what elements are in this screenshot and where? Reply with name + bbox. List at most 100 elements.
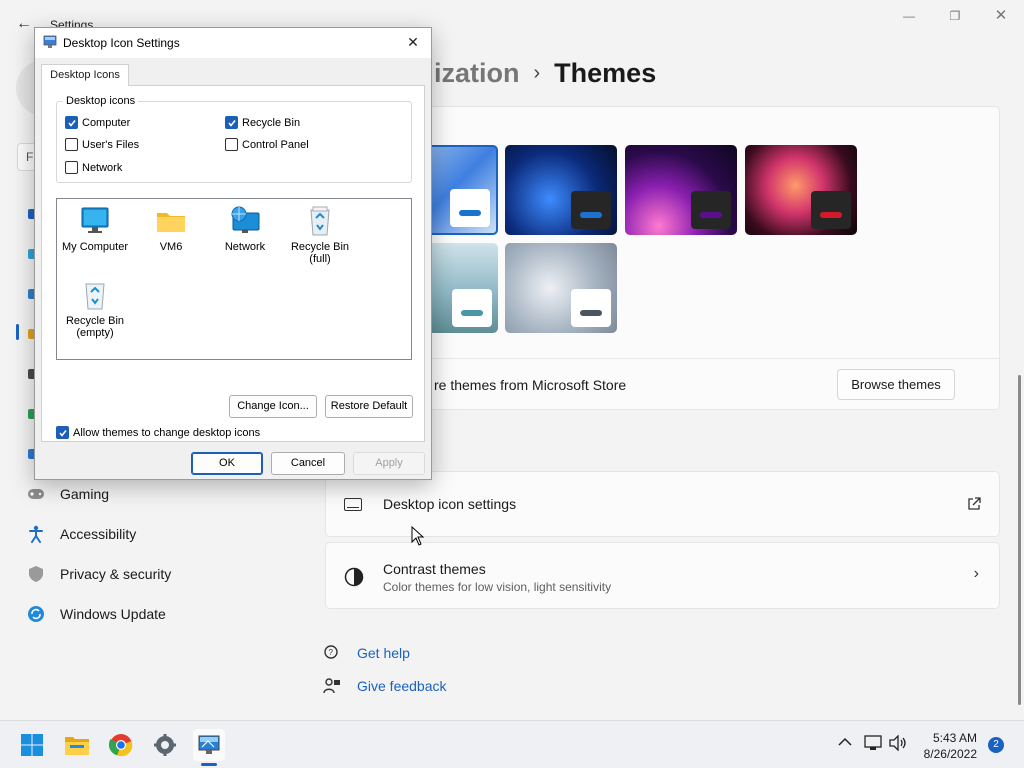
active-app-indicator [201, 763, 217, 766]
icon-item-network[interactable]: Network [209, 205, 281, 253]
clock[interactable]: 5:43 AM 8/26/2022 [924, 730, 977, 762]
chrome-icon[interactable] [105, 729, 137, 761]
dialog-title: Desktop Icon Settings [63, 36, 180, 50]
sidebar-item-accessibility[interactable]: Accessibility [26, 520, 136, 548]
accent-bar [461, 310, 483, 316]
desktop-icon-settings-dialog: Desktop Icon Settings ✕ Desktop Icons De… [34, 27, 432, 480]
feedback-icon [323, 677, 341, 700]
dialog-titlebar[interactable]: Desktop Icon Settings ✕ [35, 28, 431, 58]
contrast-themes-row[interactable]: Contrast themes Color themes for low vis… [325, 542, 1000, 609]
breadcrumb: ization › Themes [434, 58, 656, 89]
sidebar-item-privacy[interactable]: Privacy & security [26, 560, 171, 588]
breadcrumb-parent[interactable]: ization [434, 58, 520, 89]
theme-tile-flow[interactable] [505, 243, 617, 333]
tab-desktop-icons[interactable]: Desktop Icons [41, 64, 129, 86]
checkbox-label: Control Panel [242, 138, 309, 151]
checkbox-box [65, 161, 78, 174]
close-window-icon[interactable]: ✕ [990, 6, 1012, 26]
sidebar-item-label: Gaming [60, 486, 110, 502]
get-help-link[interactable]: Get help [357, 645, 410, 661]
icon-item-recycle-bin-full[interactable]: Recycle Bin (full) [284, 205, 356, 265]
network-checkbox[interactable]: Network [65, 161, 122, 174]
clock-date: 8/26/2022 [923, 747, 977, 761]
checkbox-box [225, 138, 238, 151]
give-feedback-link[interactable]: Give feedback [357, 678, 447, 694]
desktop-icon-list: My Computer VM6 Network Recycle Bin (ful… [56, 198, 412, 360]
minimize-icon[interactable]: — [898, 6, 920, 26]
apply-button[interactable]: Apply [353, 452, 425, 475]
browse-themes-button[interactable]: Browse themes [837, 369, 955, 400]
accent-bar [820, 212, 842, 218]
icon-item-vm6[interactable]: VM6 [135, 205, 207, 253]
desktop-icon-settings-label: Desktop icon settings [383, 496, 517, 512]
checkbox-label: User's Files [82, 138, 140, 151]
shield-icon [26, 564, 46, 584]
icon-label: Recycle Bin (empty) [65, 315, 125, 339]
checkbox-label: Recycle Bin [242, 116, 301, 129]
desktop-icon [344, 498, 362, 511]
start-icon[interactable] [16, 729, 48, 761]
theme-preview-chip [450, 189, 490, 227]
network-status-icon[interactable] [864, 735, 882, 754]
search-input-text: F [26, 150, 34, 164]
file-explorer-icon[interactable] [61, 729, 93, 761]
sidebar-item-windows-update[interactable]: Windows Update [26, 600, 166, 628]
breadcrumb-separator: › [533, 62, 541, 84]
close-icon[interactable]: ✕ [403, 32, 423, 52]
ok-button[interactable]: OK [191, 452, 263, 475]
network-globe-icon [229, 205, 261, 237]
desktop-icon-settings-taskbar-button[interactable] [193, 729, 225, 761]
theme-preview-chip [571, 289, 611, 327]
chevron-right-icon: › [973, 565, 979, 582]
checkmark-icon [225, 116, 238, 129]
help-icon: ? [323, 644, 341, 667]
icon-item-recycle-bin-empty[interactable]: Recycle Bin (empty) [59, 279, 131, 339]
sidebar-item-gaming[interactable]: Gaming [26, 480, 109, 508]
theme-tile-captured-motion[interactable] [745, 145, 857, 235]
allow-themes-checkbox[interactable]: Allow themes to change desktop icons [56, 426, 260, 439]
volume-icon[interactable] [889, 734, 907, 754]
recycle-bin-checkbox[interactable]: Recycle Bin [225, 116, 300, 129]
chevron-up-icon[interactable] [838, 735, 852, 750]
nav-selection-indicator [16, 324, 19, 340]
sidebar-item-label: Windows Update [60, 606, 166, 622]
checkbox-label: Computer [82, 116, 131, 129]
monitor-icon [79, 205, 111, 237]
groupbox-label: Desktop icons [63, 95, 139, 107]
contrast-themes-subtitle: Color themes for low vision, light sensi… [383, 580, 612, 594]
cancel-button[interactable]: Cancel [271, 452, 345, 475]
icon-label: Recycle Bin (full) [290, 241, 350, 265]
desktop-icons-groupbox: Desktop icons Computer Recycle Bin User'… [56, 95, 412, 183]
theme-tile-windows-dark[interactable] [505, 145, 617, 235]
theme-tile-glow[interactable] [625, 145, 737, 235]
sidebar-item-label: Accessibility [60, 526, 137, 542]
accent-bar [700, 212, 722, 218]
desktop-icon-settings-app-icon [43, 35, 57, 49]
mouse-cursor-icon [411, 525, 425, 551]
gaming-controller-icon [26, 484, 46, 504]
open-external-icon [967, 497, 981, 516]
control-panel-checkbox[interactable]: Control Panel [225, 138, 309, 151]
icon-label: Network [224, 241, 266, 253]
change-icon-button[interactable]: Change Icon... [229, 395, 317, 418]
desktop-icon-settings-row[interactable]: Desktop icon settings [325, 471, 1000, 537]
icon-item-my-computer[interactable]: My Computer [59, 205, 131, 253]
notification-badge[interactable]: 2 [988, 737, 1004, 753]
settings-gear-icon[interactable] [149, 729, 181, 761]
recycle-bin-empty-icon [79, 279, 111, 311]
back-arrow-icon[interactable]: ← [14, 14, 34, 34]
icon-label: My Computer [61, 241, 129, 253]
contrast-themes-title: Contrast themes [383, 561, 486, 577]
maximize-icon[interactable]: ❐ [944, 6, 966, 26]
users-files-checkbox[interactable]: User's Files [65, 138, 139, 151]
recycle-bin-full-icon [304, 205, 336, 237]
checkmark-icon [65, 116, 78, 129]
restore-default-button[interactable]: Restore Default [325, 395, 413, 418]
checkmark-icon [56, 426, 69, 439]
accessibility-person-icon [26, 524, 46, 544]
clock-time: 5:43 AM [932, 731, 977, 745]
checkbox-box [65, 138, 78, 151]
checkbox-label: Network [82, 161, 123, 174]
scrollbar-thumb[interactable] [1018, 375, 1021, 705]
computer-checkbox[interactable]: Computer [65, 116, 130, 129]
